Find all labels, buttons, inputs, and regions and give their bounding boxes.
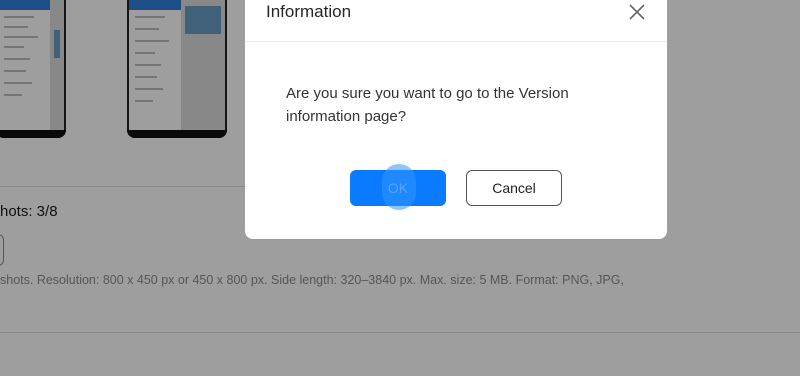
close-icon[interactable] (627, 2, 647, 22)
dialog-message: Are you sure you want to go to the Versi… (286, 85, 569, 125)
dialog-header: Information (245, 0, 667, 42)
dialog-title: Information (266, 2, 352, 21)
click-indicator (382, 164, 416, 210)
information-dialog: Information Are you sure you want to go … (245, 0, 667, 239)
cancel-button[interactable]: Cancel (466, 170, 562, 206)
